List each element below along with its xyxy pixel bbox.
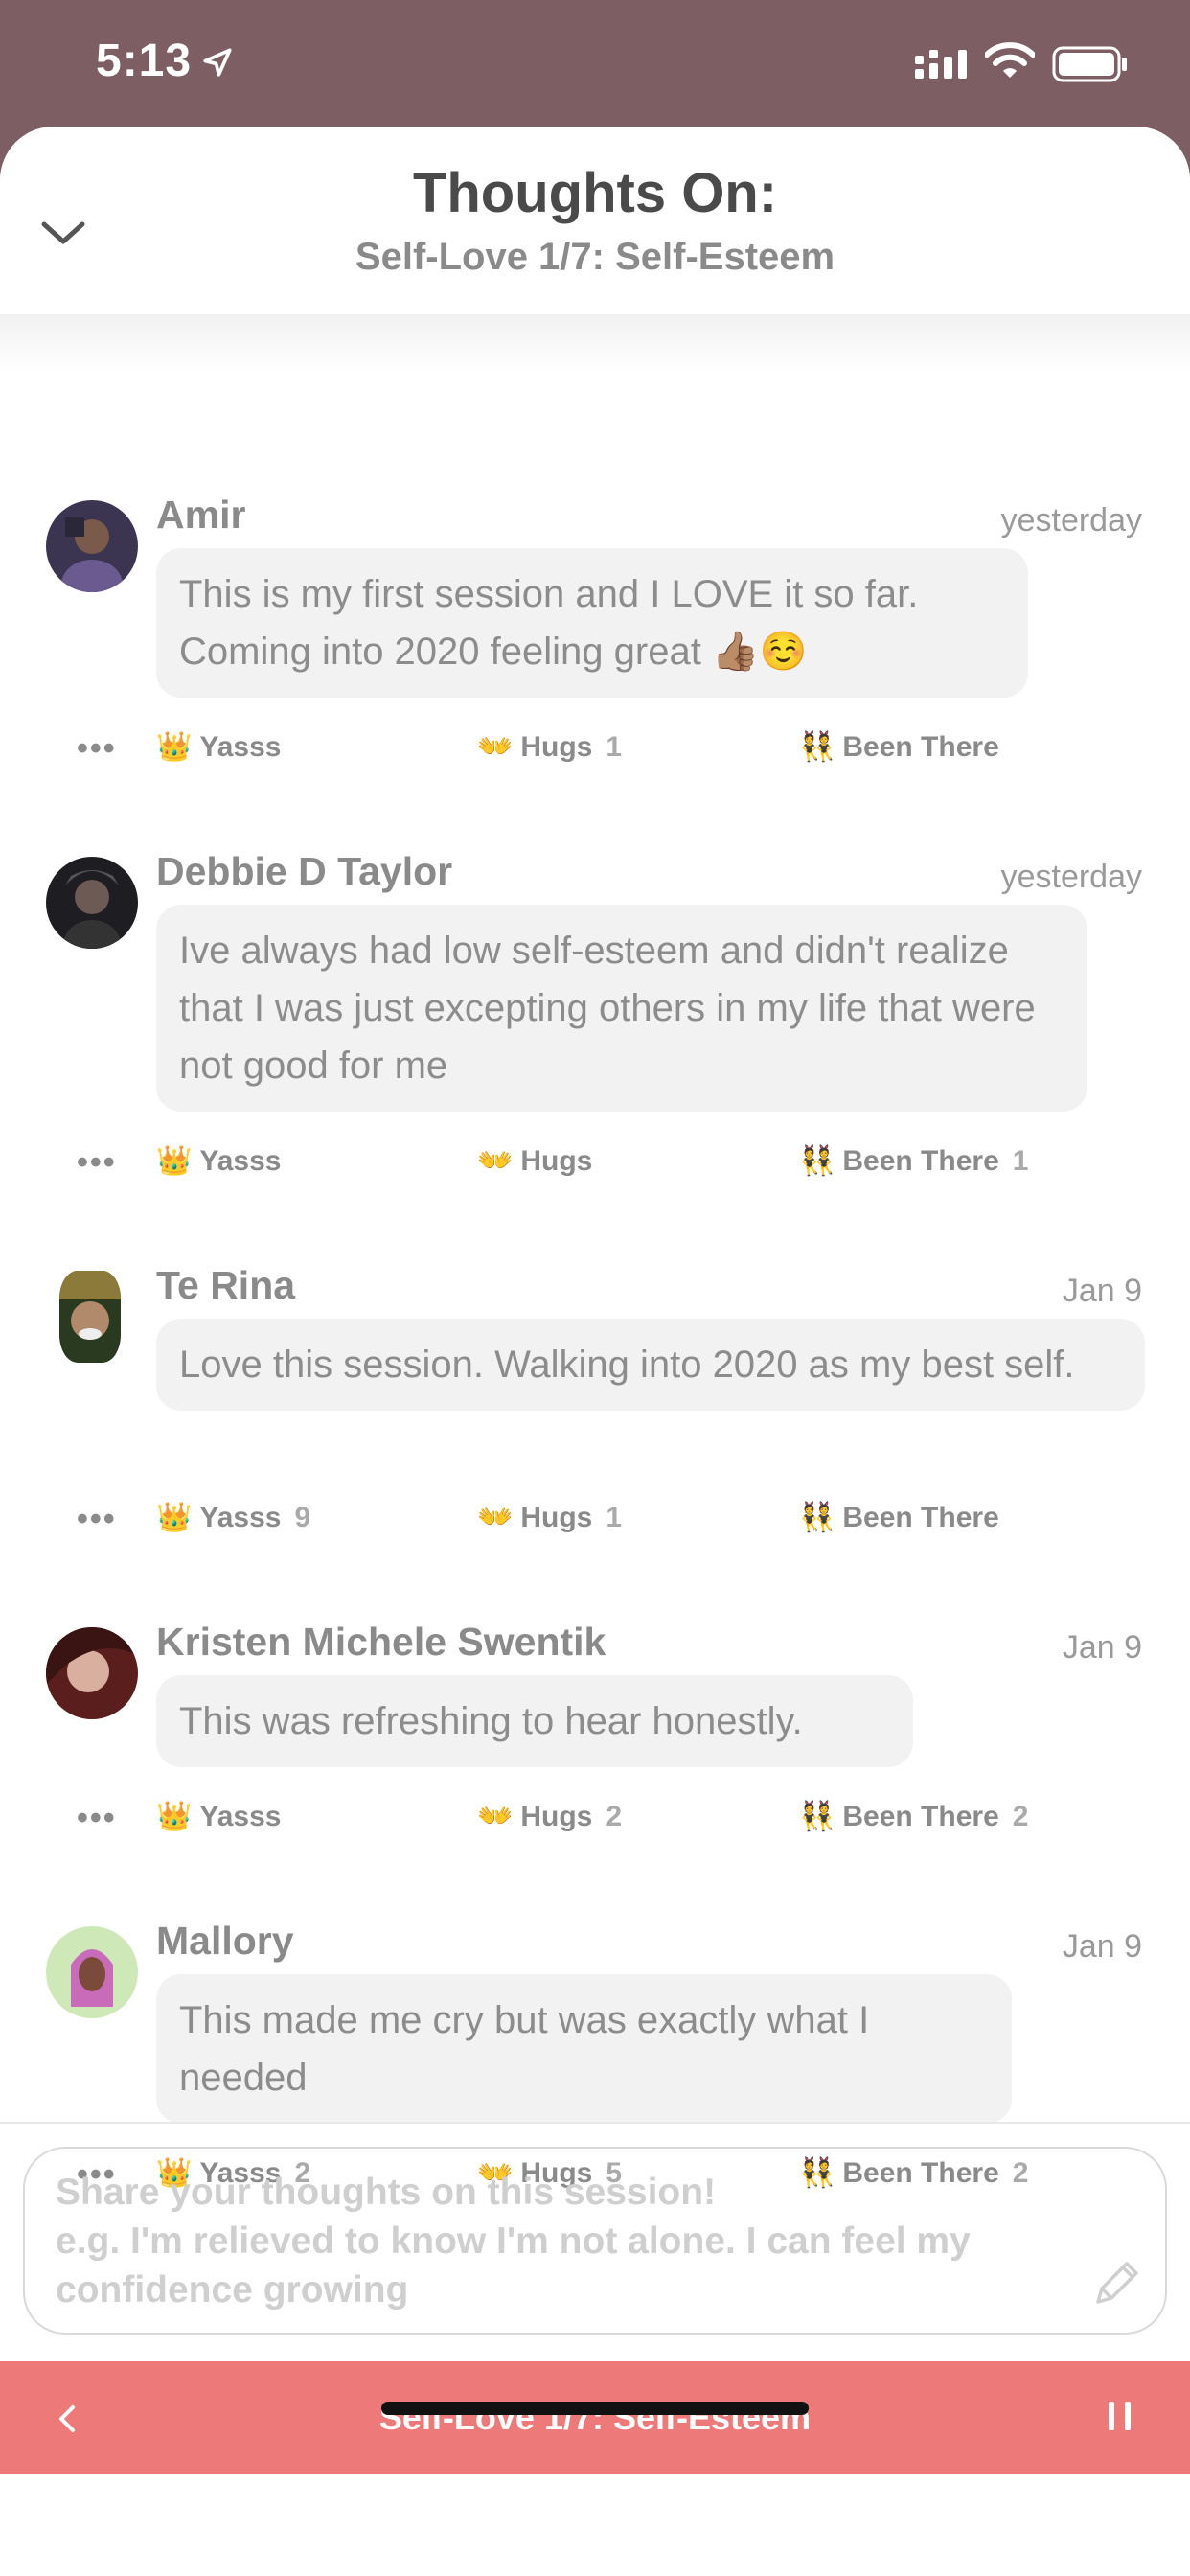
been-there-button[interactable]: 👯 Been There 1	[799, 1144, 1028, 1178]
been-there-icon: 👯	[799, 731, 835, 763]
reaction-label: Yasss	[199, 1501, 282, 1533]
hugs-button[interactable]: 👐 Hugs 1	[477, 1501, 622, 1534]
crown-icon: 👑	[156, 1145, 193, 1177]
avatar[interactable]	[46, 857, 138, 949]
reaction-count: 1	[606, 1501, 623, 1533]
mini-player[interactable]: Self-Love 1/7: Self-Esteem	[0, 2361, 1190, 2474]
been-there-icon: 👯	[799, 1502, 835, 1533]
status-time: 5:13	[96, 35, 193, 86]
more-icon[interactable]: •••	[77, 1144, 117, 1182]
comments-sheet: Thoughts On: Self-Love 1/7: Self-Esteem …	[0, 126, 1190, 2576]
reaction-count: 2	[606, 1800, 623, 1832]
comment-feed[interactable]: Amir yesterday This is my first session …	[0, 314, 1190, 2193]
reaction-label: Hugs	[520, 1800, 593, 1832]
reaction-label: Hugs	[520, 1501, 593, 1533]
reaction-count: 1	[1012, 1144, 1029, 1177]
been-there-icon: 👯	[799, 1801, 835, 1832]
comment-time: yesterday	[1000, 859, 1142, 895]
avatar[interactable]	[46, 500, 138, 592]
page-title: Thoughts On:	[412, 162, 778, 224]
been-there-button[interactable]: 👯 Been There	[799, 730, 1013, 764]
more-icon[interactable]: •••	[77, 730, 117, 768]
comment-author[interactable]: Amir	[156, 493, 245, 538]
comment-time: Jan 9	[1062, 1928, 1142, 1965]
reaction-label: Been There	[842, 1501, 999, 1533]
comment-bubble: This was refreshing to hear honestly.	[156, 1675, 913, 1767]
reaction-label: Hugs	[520, 1144, 593, 1177]
comment-bubble: Ive always had low self-esteem and didn'…	[156, 905, 1087, 1112]
input-placeholder-example: e.g. I'm relieved to know I'm not alone.…	[56, 2220, 971, 2311]
avatar[interactable]	[46, 1627, 138, 1719]
comment-author[interactable]: Kristen Michele Swentik	[156, 1620, 606, 1665]
comment-time: Jan 9	[1062, 1273, 1142, 1309]
reaction-bar: ••• 👑 Yasss 👐 Hugs 2 👯 Been There 2	[0, 1800, 1190, 1848]
reaction-label: Been There	[842, 1144, 999, 1177]
status-bar: 5:13	[0, 0, 1190, 125]
home-indicator[interactable]	[381, 2402, 809, 2415]
hugs-icon: 👐	[477, 1801, 514, 1832]
comment-author[interactable]: Mallory	[156, 1919, 294, 1964]
pencil-icon[interactable]	[1088, 2256, 1144, 2312]
comment-bubble: This is my first session and I LOVE it s…	[156, 548, 1028, 698]
yasss-button[interactable]: 👑 Yasss	[156, 1800, 294, 1833]
yasss-button[interactable]: 👑 Yasss	[156, 730, 294, 764]
comment-time: yesterday	[1000, 502, 1142, 539]
been-there-button[interactable]: 👯 Been There 2	[799, 1800, 1028, 1833]
thoughts-input[interactable]: Share your thoughts on this session! e.g…	[23, 2147, 1167, 2334]
comment-time: Jan 9	[1062, 1629, 1142, 1666]
reaction-label: Hugs	[520, 730, 593, 763]
crown-icon: 👑	[156, 731, 193, 763]
comment-author[interactable]: Te Rina	[156, 1263, 295, 1308]
header: Thoughts On: Self-Love 1/7: Self-Esteem	[0, 126, 1190, 318]
more-icon[interactable]: •••	[77, 1800, 117, 1837]
been-there-icon: 👯	[799, 1145, 835, 1177]
reaction-bar: ••• 👑 Yasss 9 👐 Hugs 1 👯 Been There	[0, 1501, 1190, 1549]
hugs-button[interactable]: 👐 Hugs	[477, 1144, 606, 1178]
crown-icon: 👑	[156, 1801, 193, 1832]
input-placeholder: Share your thoughts on this session!	[56, 2172, 717, 2213]
reaction-count: 1	[606, 730, 623, 763]
avatar[interactable]	[59, 1271, 121, 1363]
comment-bubble: Love this session. Walking into 2020 as …	[156, 1319, 1145, 1411]
more-icon[interactable]: •••	[77, 1501, 117, 1538]
comment-bubble: This made me cry but was exactly what I …	[156, 1974, 1012, 2124]
hugs-icon: 👐	[477, 731, 514, 763]
battery-icon	[1052, 46, 1127, 82]
yasss-button[interactable]: 👑 Yasss	[156, 1144, 294, 1178]
yasss-button[interactable]: 👑 Yasss 9	[156, 1501, 310, 1534]
crown-icon: 👑	[156, 1502, 193, 1533]
page-subtitle: Self-Love 1/7: Self-Esteem	[355, 236, 835, 278]
avatar[interactable]	[46, 1926, 138, 2018]
reaction-label: Yasss	[199, 1800, 282, 1832]
been-there-button[interactable]: 👯 Been There	[799, 1501, 1013, 1534]
reaction-label: Been There	[842, 730, 999, 763]
divider	[0, 2122, 1190, 2124]
hugs-icon: 👐	[477, 1145, 514, 1177]
reaction-label: Yasss	[199, 1144, 282, 1177]
reaction-label: Yasss	[199, 730, 282, 763]
signal-icon	[915, 50, 967, 79]
pause-icon[interactable]	[1106, 2400, 1134, 2432]
reaction-bar: ••• 👑 Yasss 👐 Hugs 1 👯 Been There	[0, 730, 1190, 778]
location-arrow-icon	[203, 48, 232, 77]
reaction-count: 2	[1012, 1800, 1029, 1832]
comment-author[interactable]: Debbie D Taylor	[156, 849, 452, 894]
hugs-button[interactable]: 👐 Hugs 2	[477, 1800, 622, 1833]
wifi-icon	[985, 42, 1035, 78]
reaction-label: Been There	[842, 1800, 999, 1832]
hugs-icon: 👐	[477, 1502, 514, 1533]
hugs-button[interactable]: 👐 Hugs 1	[477, 730, 622, 764]
reaction-count: 9	[294, 1501, 311, 1533]
reaction-bar: ••• 👑 Yasss 👐 Hugs 👯 Been There 1	[0, 1144, 1190, 1192]
